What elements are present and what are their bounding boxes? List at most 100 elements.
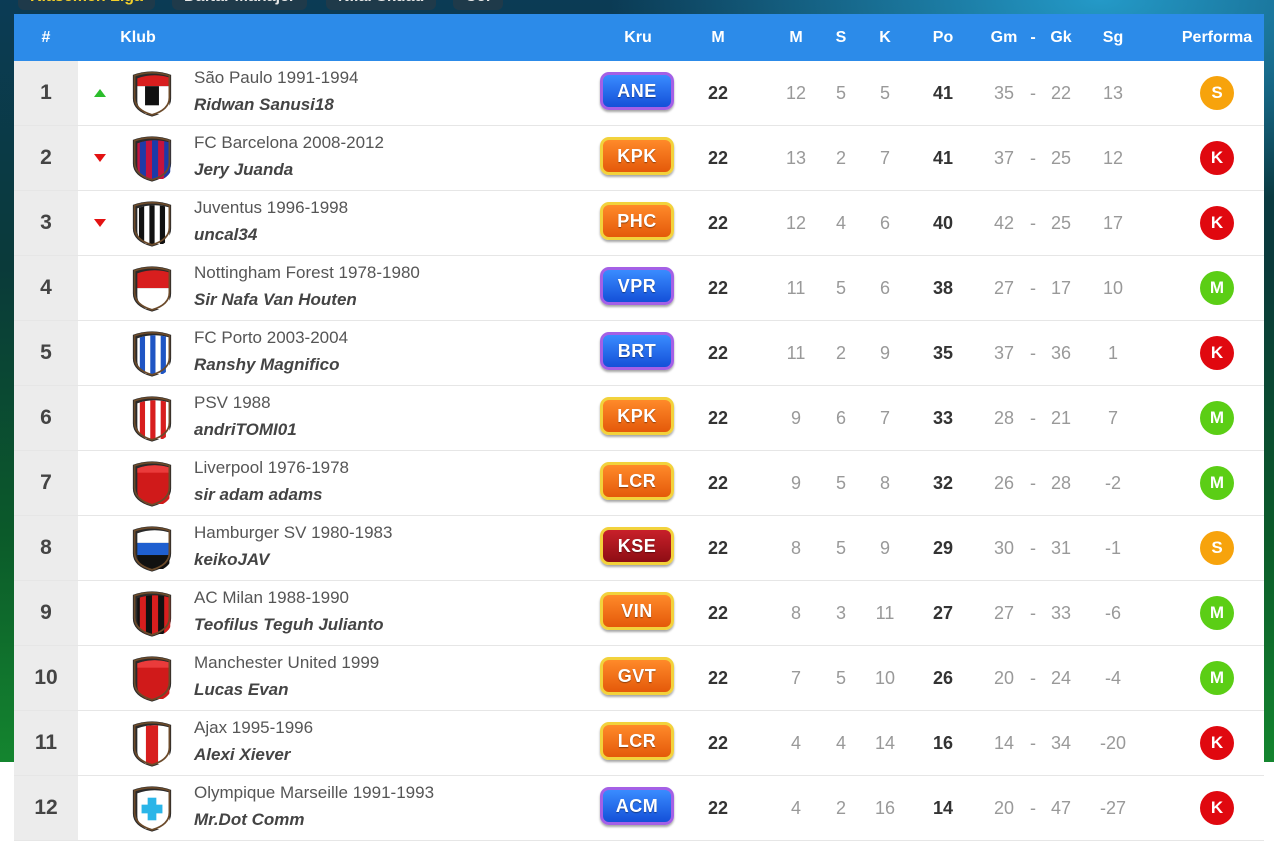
header-goal-difference[interactable]: Sg (1093, 14, 1133, 61)
goals-dash: - (1030, 278, 1036, 298)
tab-league-standings[interactable]: Klasemen Liga (18, 0, 155, 10)
tab-squad-value[interactable]: Nilai Skuad (326, 0, 437, 10)
goals-dash: - (1030, 538, 1036, 558)
header-form[interactable]: Performa (1177, 14, 1257, 61)
crew-badge[interactable]: ANE (600, 72, 674, 110)
club-name[interactable]: Liverpool 1976-1978 (194, 458, 349, 478)
crew-badge[interactable]: LCR (600, 722, 674, 760)
crew-badge[interactable]: VPR (600, 267, 674, 305)
club-crest-icon[interactable] (132, 136, 172, 182)
club-crest-icon[interactable] (132, 201, 172, 247)
table-row[interactable]: 10 Manchester United 1999 Lucas Evan GVT 22… (14, 646, 1264, 711)
crew-badge[interactable]: GVT (600, 657, 674, 695)
club-name[interactable]: Ajax 1995-1996 (194, 718, 313, 738)
table-row[interactable]: 1 São Paulo 1991-1994 Ridwan Sanusi18 ANE 2… (14, 61, 1264, 126)
header-lost[interactable]: K (870, 14, 900, 61)
crew-badge[interactable]: KPK (600, 137, 674, 175)
manager-name[interactable]: Ranshy Magnifico (194, 355, 339, 375)
header-points[interactable]: Po (923, 14, 963, 61)
drawn-cell: 4 (835, 733, 846, 753)
trend-down-icon (94, 154, 106, 162)
table-row[interactable]: 8 Hamburger SV 1980-1983 keikoJAV KSE 22 8 5 9… (14, 516, 1264, 581)
club-crest-icon[interactable] (132, 71, 172, 117)
manager-name[interactable]: Jery Juanda (194, 160, 293, 180)
goals-against-cell: 28 (1050, 473, 1072, 493)
table-row[interactable]: 6 PSV 1988 andriTOMI01 KPK 22 9 6 7 33 28-21 7 M (14, 386, 1264, 451)
club-name[interactable]: São Paulo 1991-1994 (194, 68, 358, 88)
points-cell: 26 (932, 668, 954, 688)
manager-name[interactable]: Mr.Dot Comm (194, 810, 305, 830)
club-crest-icon[interactable] (132, 786, 172, 832)
rank-cell: 5 (14, 321, 78, 385)
rank-cell: 4 (14, 256, 78, 320)
manager-name[interactable]: andriTOMI01 (194, 420, 297, 440)
goal-difference-cell: 10 (1102, 278, 1124, 298)
tab-manager-list[interactable]: Daftar Manajer (172, 0, 308, 10)
table-row[interactable]: 5 FC Porto 2003-2004 Ranshy Magnifico BRT 2… (14, 321, 1264, 386)
club-name[interactable]: Manchester United 1999 (194, 653, 379, 673)
club-name[interactable]: FC Barcelona 2008-2012 (194, 133, 384, 153)
table-row[interactable]: 4 Nottingham Forest 1978-1980 Sir Nafa Va… (14, 256, 1264, 321)
manager-name[interactable]: Sir Nafa Van Houten (194, 290, 357, 310)
header-goals-against[interactable]: Gk (1041, 14, 1081, 61)
crew-badge[interactable]: ACM (600, 787, 674, 825)
header-played[interactable]: M (698, 14, 738, 61)
goal-difference-cell: -2 (1104, 473, 1121, 493)
table-row[interactable]: 3 Juventus 1996-1998 uncal34 PHC 22 12 4 6 40 42… (14, 191, 1264, 256)
league-standings-table: # Klub Kru M M S K Po Gm - Gk Sg Perform… (14, 14, 1264, 841)
won-cell: 8 (790, 538, 801, 558)
rank-cell: 7 (14, 451, 78, 515)
rank-cell: 1 (14, 61, 78, 125)
played-cell: 22 (707, 343, 729, 363)
table-row[interactable]: 9 AC Milan 1988-1990 Teofilus Teguh Julia… (14, 581, 1264, 646)
crew-badge[interactable]: KSE (600, 527, 674, 565)
manager-name[interactable]: Teofilus Teguh Julianto (194, 615, 384, 635)
club-name[interactable]: Nottingham Forest 1978-1980 (194, 263, 420, 283)
manager-name[interactable]: Ridwan Sanusi18 (194, 95, 334, 115)
table-row[interactable]: 7 Liverpool 1976-1978 sir adam adams LCR 22… (14, 451, 1264, 516)
manager-name[interactable]: sir adam adams (194, 485, 323, 505)
club-crest-icon[interactable] (132, 461, 172, 507)
club-crest-icon[interactable] (132, 721, 172, 767)
table-row[interactable]: 12 Olympique Marseille 1991-1993 Mr.Dot C… (14, 776, 1264, 841)
crew-badge[interactable]: KPK (600, 397, 674, 435)
crew-badge[interactable]: BRT (600, 332, 674, 370)
crew-badge[interactable]: PHC (600, 202, 674, 240)
crew-badge[interactable]: LCR (600, 462, 674, 500)
header-goals-for[interactable]: Gm (984, 14, 1024, 61)
table-row[interactable]: 11 Ajax 1995-1996 Alexi Xiever LCR 22 4 4 14 16… (14, 711, 1264, 776)
manager-name[interactable]: Lucas Evan (194, 680, 289, 700)
form-badge: K (1200, 206, 1234, 240)
club-crest-icon[interactable] (132, 266, 172, 312)
club-crest-icon[interactable] (132, 331, 172, 377)
tab-cef[interactable]: Cef (453, 0, 503, 10)
club-crest-icon[interactable] (132, 656, 172, 702)
club-name[interactable]: Hamburger SV 1980-1983 (194, 523, 392, 543)
header-drawn[interactable]: S (826, 14, 856, 61)
club-name[interactable]: AC Milan 1988-1990 (194, 588, 349, 608)
header-won[interactable]: M (776, 14, 816, 61)
club-crest-icon[interactable] (132, 396, 172, 442)
table-row[interactable]: 2 FC Barcelona 2008-2012 Jery Juanda KPK 22… (14, 126, 1264, 191)
manager-name[interactable]: uncal34 (194, 225, 257, 245)
goals-against-cell: 36 (1050, 343, 1072, 363)
club-crest-icon[interactable] (132, 591, 172, 637)
rank-cell: 9 (14, 581, 78, 645)
crew-badge[interactable]: VIN (600, 592, 674, 630)
goals-dash: - (1030, 473, 1036, 493)
header-club[interactable]: Klub (110, 14, 166, 61)
goals-against-cell: 22 (1050, 83, 1072, 103)
manager-name[interactable]: Alexi Xiever (194, 745, 290, 765)
club-name[interactable]: Juventus 1996-1998 (194, 198, 348, 218)
trend-up-icon (94, 89, 106, 97)
club-crest-icon[interactable] (132, 526, 172, 572)
club-name[interactable]: PSV 1988 (194, 393, 271, 413)
drawn-cell: 5 (835, 538, 846, 558)
header-rank[interactable]: # (14, 14, 78, 61)
club-name[interactable]: Olympique Marseille 1991-1993 (194, 783, 434, 803)
goals-against-cell: 47 (1050, 798, 1072, 818)
manager-name[interactable]: keikoJAV (194, 550, 269, 570)
header-crew[interactable]: Kru (608, 14, 668, 61)
club-name[interactable]: FC Porto 2003-2004 (194, 328, 348, 348)
goals-dash: - (1030, 668, 1036, 688)
